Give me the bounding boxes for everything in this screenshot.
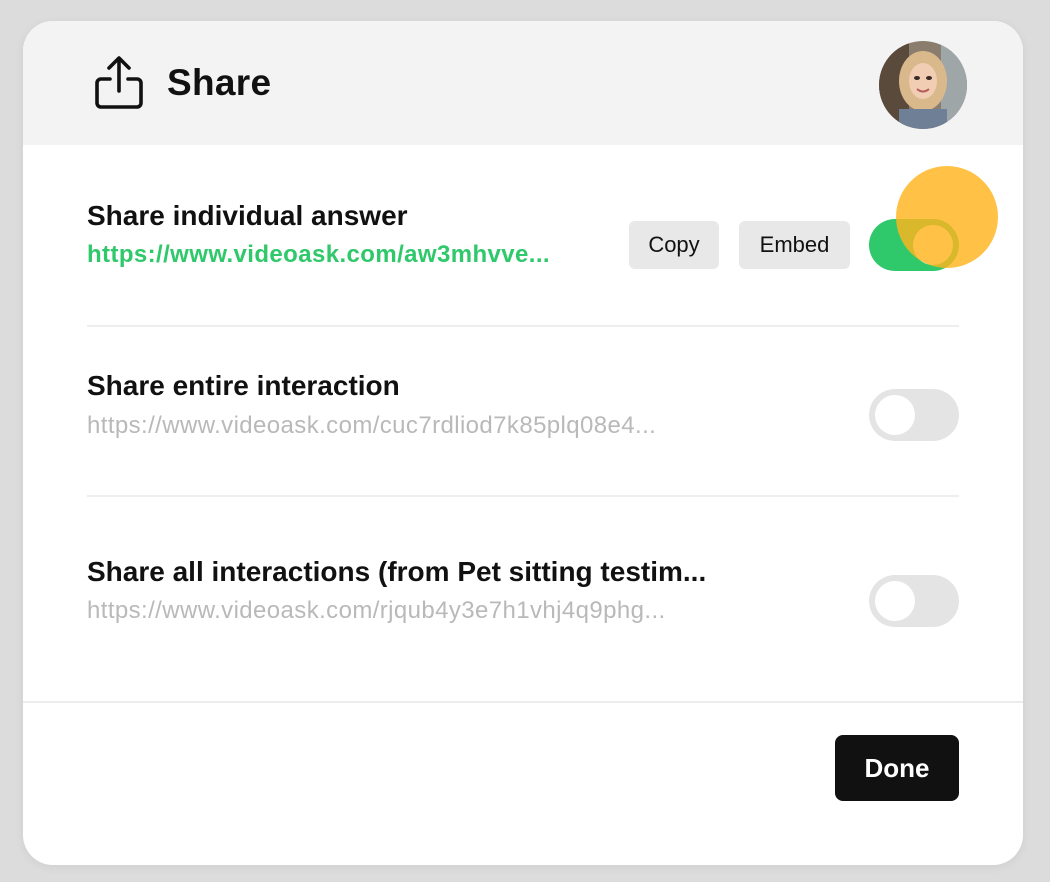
share-toggle[interactable] xyxy=(869,389,959,441)
row-url[interactable]: https://www.videoask.com/aw3mhvve... xyxy=(87,240,617,270)
share-row-individual: Share individual answer https://www.vide… xyxy=(23,145,1023,325)
modal-title: Share xyxy=(167,62,272,103)
toggle-knob xyxy=(875,581,915,621)
share-upload-icon xyxy=(93,55,145,111)
embed-button[interactable]: Embed xyxy=(739,221,850,269)
toggle-knob xyxy=(875,395,915,435)
share-row-all-interactions: Share all interactions (from Pet sitting… xyxy=(23,497,1023,701)
copy-button[interactable]: Copy xyxy=(629,221,719,269)
done-button[interactable]: Done xyxy=(835,735,959,801)
click-indicator xyxy=(896,166,998,268)
row-title: Share all interactions (from Pet sitting… xyxy=(87,556,707,587)
user-avatar[interactable] xyxy=(879,41,967,129)
share-modal: Share Share individual answer https://ww… xyxy=(23,21,1023,865)
row-url[interactable]: https://www.videoask.com/rjqub4y3e7h1vhj… xyxy=(87,596,797,626)
share-toggle[interactable] xyxy=(869,575,959,627)
row-title: Share individual answer xyxy=(87,200,408,231)
modal-header: Share xyxy=(23,21,1023,145)
row-url[interactable]: https://www.videoask.com/cuc7rdliod7k85p… xyxy=(87,411,787,441)
row-title: Share entire interaction xyxy=(87,370,400,401)
footer-divider xyxy=(23,701,1023,703)
share-row-interaction: Share entire interaction https://www.vid… xyxy=(23,327,1023,495)
